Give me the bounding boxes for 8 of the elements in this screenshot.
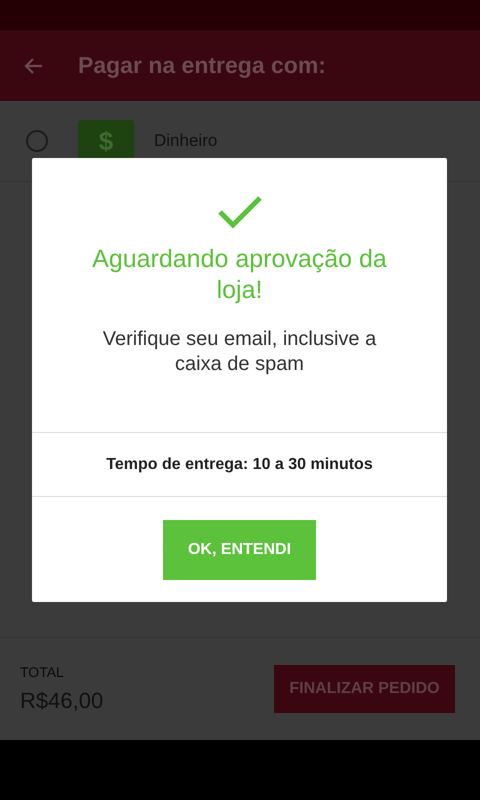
- delivery-time: Tempo de entrega: 10 a 30 minutos: [106, 456, 373, 474]
- radio-button[interactable]: [26, 130, 48, 152]
- app-bar-title: Pagar na entrega com:: [78, 52, 326, 79]
- dialog-title: Aguardando aprovação da loja!: [91, 244, 388, 306]
- dialog-message: Verifique seu email, inclusive a caixa de spam: [102, 326, 378, 376]
- checkmark-icon: [216, 194, 262, 230]
- finish-order-button[interactable]: FINALIZAR PEDIDO: [274, 665, 455, 713]
- ok-button[interactable]: OK, ENTENDI: [163, 520, 316, 580]
